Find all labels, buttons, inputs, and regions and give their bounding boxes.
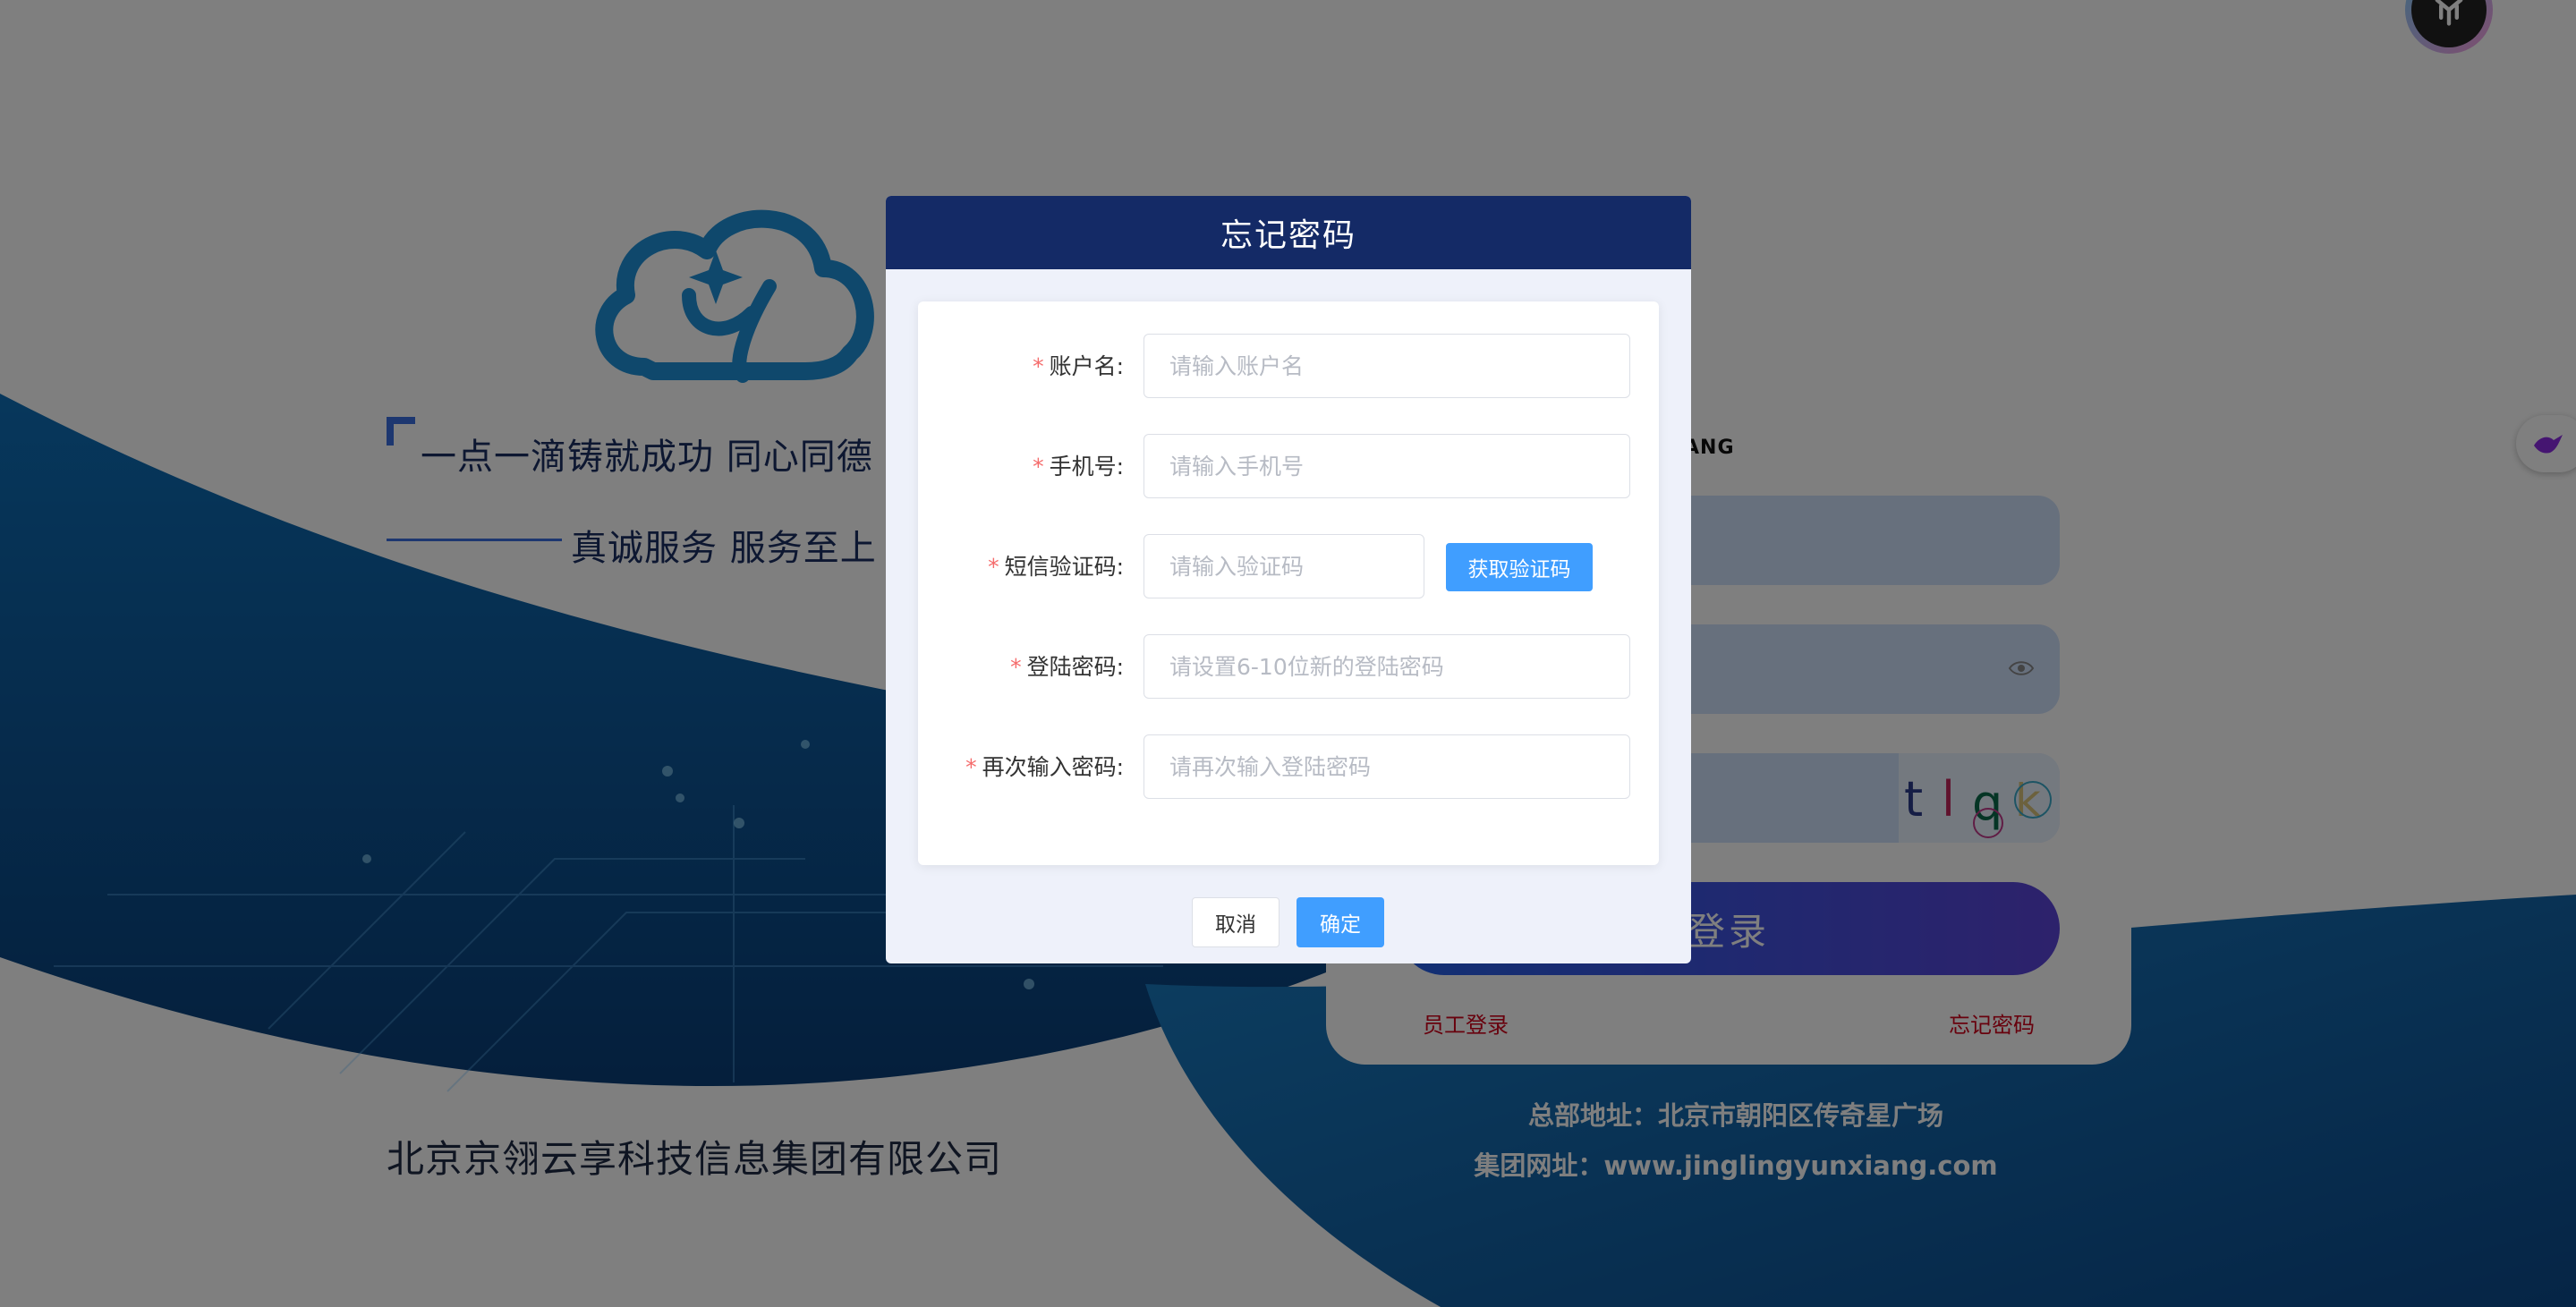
dialog-form: *账户名: *手机号: *短信验证码: 获取验证码 *登陆密码: *再次输入密码… (918, 301, 1659, 865)
sms-code-label: * 短信验证码: (988, 534, 1124, 600)
new-password-label-text: 登陆密码: (1026, 654, 1124, 680)
form-row-username: * 账户名: (918, 334, 1659, 400)
get-code-button[interactable]: 获取验证码 (1446, 543, 1593, 591)
confirm-password-label: * 再次输入密码: (965, 734, 1124, 801)
form-row-new-password: * 登陆密码: (918, 634, 1659, 700)
new-password-input[interactable] (1143, 634, 1630, 699)
dialog-footer: 取消 确定 (886, 897, 1691, 947)
required-mark: * (965, 754, 977, 780)
form-row-sms-code: *短信验证码: 获取验证码 (918, 534, 1659, 600)
form-row-confirm-password: * 再次输入密码: (918, 734, 1659, 801)
confirm-button[interactable]: 确定 (1297, 897, 1384, 947)
phone-label-text: 手机号: (1049, 454, 1124, 480)
dialog-title: 忘记密码 (886, 196, 1691, 269)
username-label: * 账户名: (1033, 334, 1124, 400)
required-mark: * (1033, 454, 1044, 480)
sms-code-input[interactable] (1143, 534, 1424, 598)
username-label-text: 账户名: (1049, 353, 1124, 379)
account-name-input[interactable] (1143, 334, 1630, 398)
sms-code-label-text: 短信验证码: (1004, 554, 1124, 580)
login-page: 一点一滴铸就成功 同心同德 真诚服务 服务至上 北京京翎云享科技信息集团有限公司… (0, 0, 2576, 1307)
confirm-password-label-text: 再次输入密码: (982, 754, 1124, 780)
forgot-password-dialog: 忘记密码 *账户名: *手机号: *短信验证码: 获取验证码 *登陆密码: *再… (886, 196, 1691, 963)
cancel-button[interactable]: 取消 (1192, 897, 1279, 947)
required-mark: * (1010, 654, 1022, 680)
new-password-label: * 登陆密码: (1010, 634, 1124, 700)
confirm-password-input[interactable] (1143, 734, 1630, 799)
form-row-phone: * 手机号: (918, 434, 1659, 500)
phone-label: * 手机号: (1033, 434, 1124, 500)
required-mark: * (988, 554, 999, 580)
required-mark: * (1033, 353, 1044, 379)
phone-input[interactable] (1143, 434, 1630, 498)
